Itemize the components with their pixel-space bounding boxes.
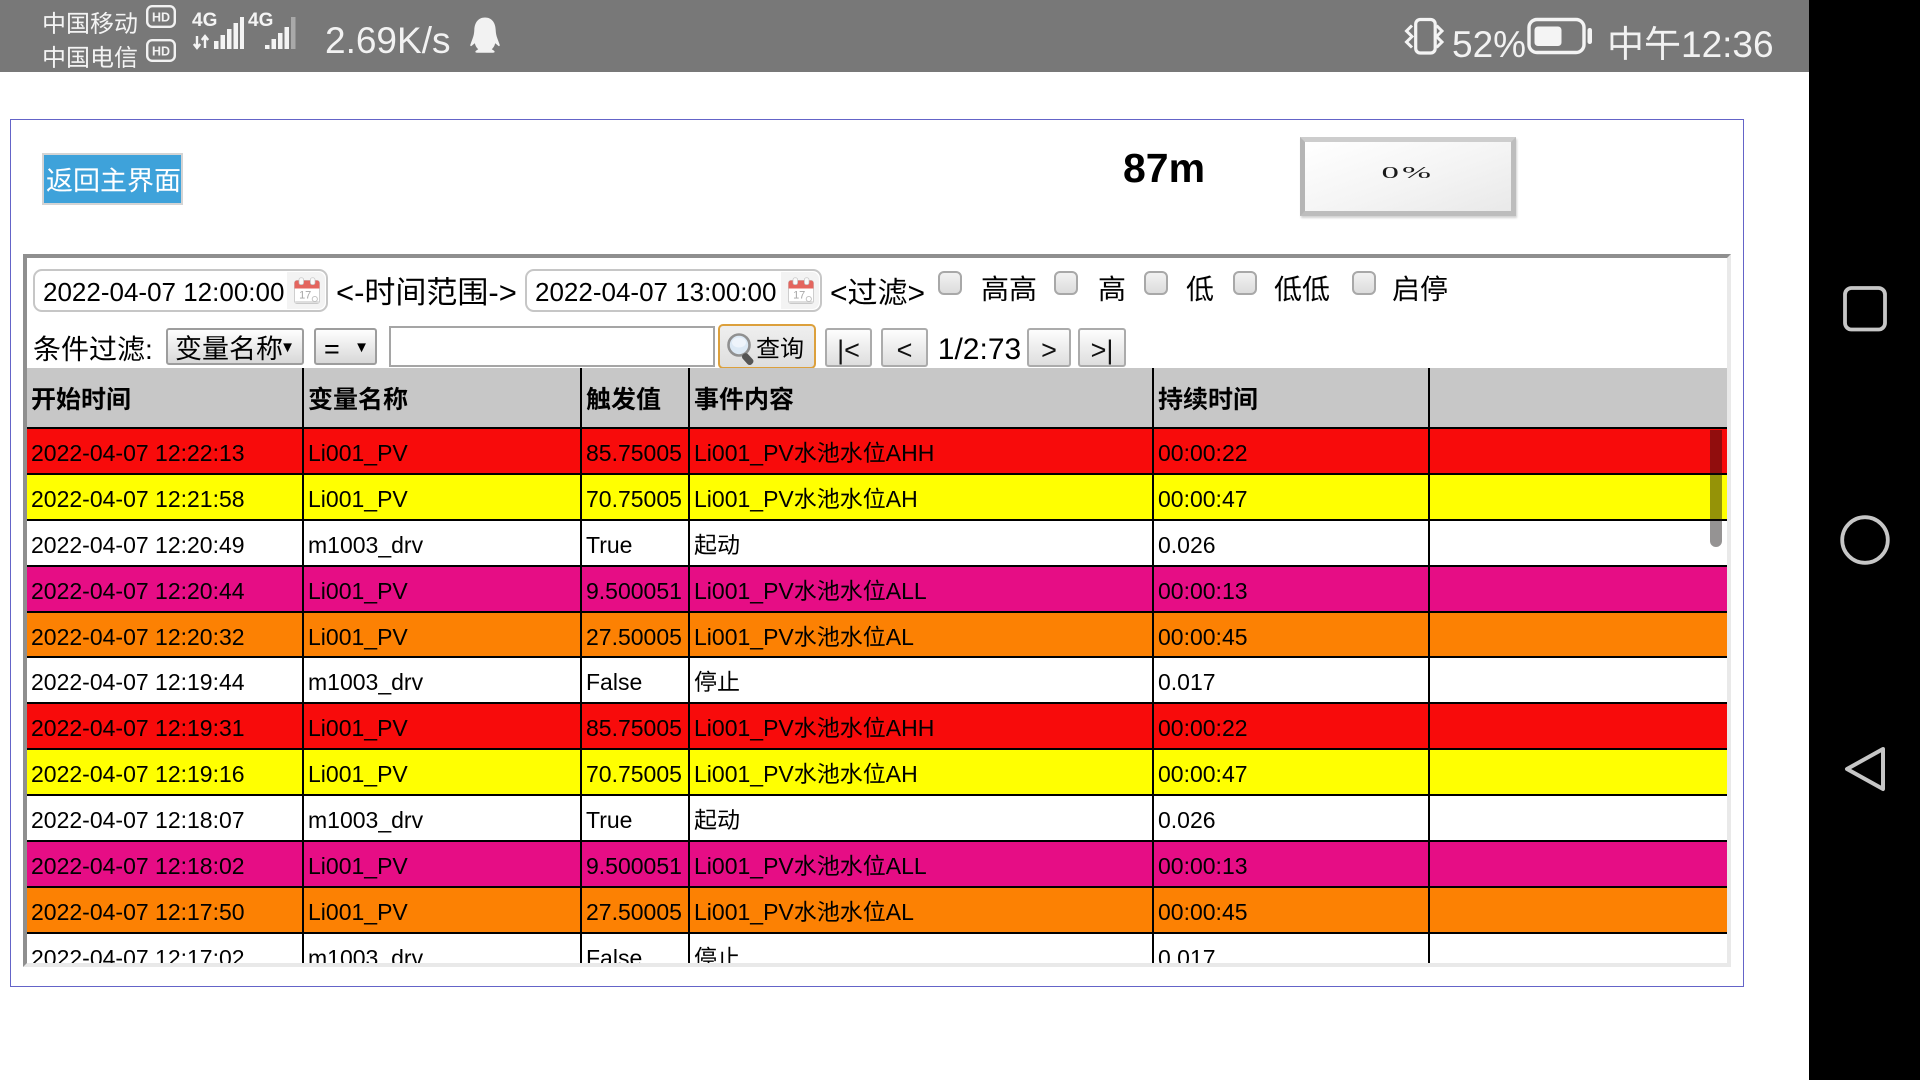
svg-text:17: 17	[793, 290, 805, 302]
svg-text:HD: HD	[152, 45, 170, 59]
svg-text:4G: 4G	[248, 10, 273, 31]
svg-text:4G: 4G	[192, 10, 217, 31]
svg-text:HD: HD	[152, 11, 170, 25]
svg-text:17: 17	[299, 290, 311, 302]
